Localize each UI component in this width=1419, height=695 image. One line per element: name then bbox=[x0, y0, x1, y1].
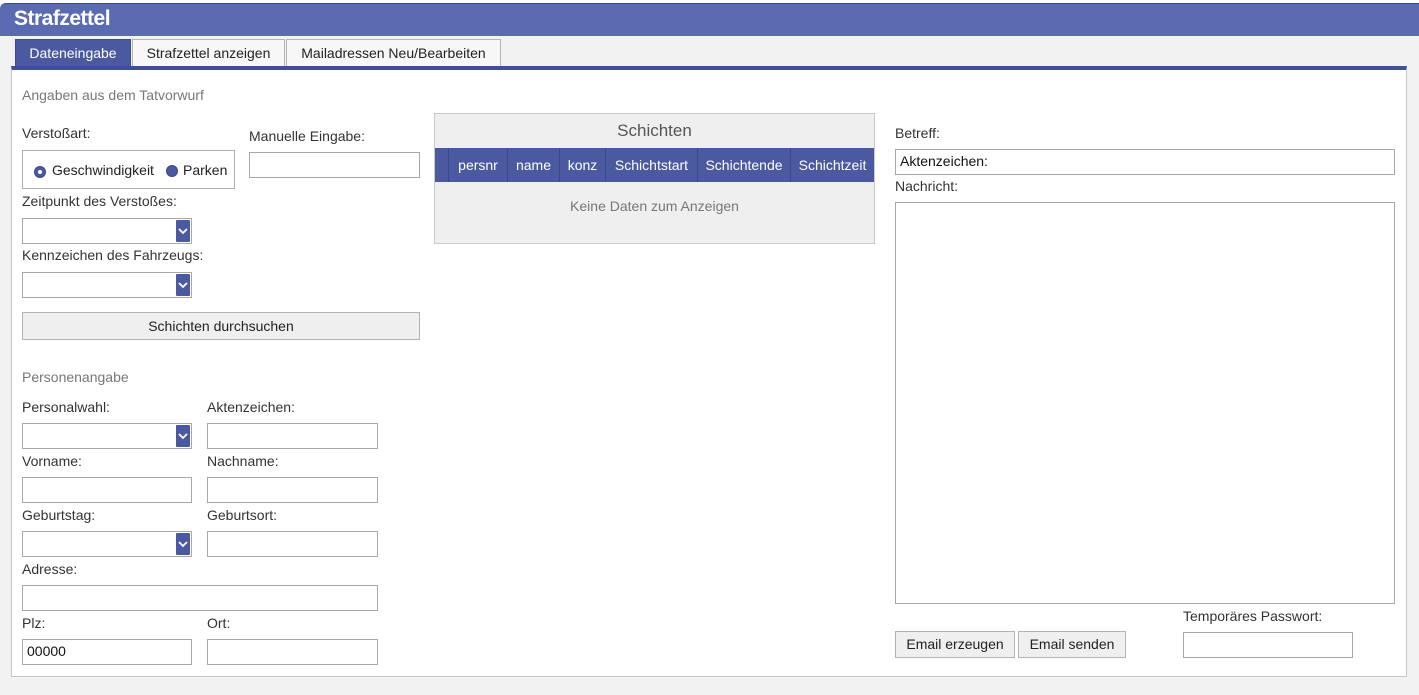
email-erzeugen-button[interactable]: Email erzeugen bbox=[895, 631, 1015, 658]
aktenzeichen-input[interactable] bbox=[207, 423, 378, 449]
chevron-down-icon[interactable] bbox=[176, 425, 190, 447]
schichten-grid: Schichten persnr name konz Schichtstart … bbox=[434, 113, 875, 244]
radio-geschwindigkeit-label[interactable]: Geschwindigkeit bbox=[52, 162, 154, 178]
grid-col-schichtstart[interactable]: Schichtstart bbox=[605, 148, 697, 182]
radio-geschwindigkeit[interactable] bbox=[34, 166, 46, 178]
manuelle-eingabe-label: Manuelle Eingabe: bbox=[249, 128, 365, 144]
verstossart-label: Verstoßart: bbox=[22, 125, 91, 141]
vorname-input[interactable] bbox=[22, 477, 192, 503]
grid-empty-message: Keine Daten zum Anzeigen bbox=[570, 198, 739, 214]
verstossart-radio-group: Geschwindigkeit Parken bbox=[22, 150, 235, 189]
grid-col-konz[interactable]: konz bbox=[559, 148, 605, 182]
section-personenangabe-label: Personenangabe bbox=[22, 369, 129, 385]
nachricht-textarea[interactable] bbox=[895, 202, 1395, 604]
chevron-down-icon[interactable] bbox=[176, 274, 190, 296]
betreff-label: Betreff: bbox=[895, 125, 940, 141]
section-tatvorwurf-label: Angaben aus dem Tatvorwurf bbox=[22, 87, 204, 103]
ort-input[interactable] bbox=[207, 639, 378, 665]
email-senden-button[interactable]: Email senden bbox=[1018, 631, 1126, 658]
geburtstag-select[interactable] bbox=[22, 531, 192, 557]
geburtsort-label: Geburtsort: bbox=[207, 507, 278, 523]
chevron-down-icon[interactable] bbox=[176, 533, 190, 555]
geburtsort-input[interactable] bbox=[207, 531, 378, 557]
aktenzeichen-label: Aktenzeichen: bbox=[207, 399, 295, 415]
grid-col-schichtende[interactable]: Schichtende bbox=[697, 148, 790, 182]
passwort-label: Temporäres Passwort: bbox=[1183, 608, 1323, 624]
grid-col-persnr[interactable]: persnr bbox=[448, 148, 507, 182]
nachname-input[interactable] bbox=[207, 477, 378, 503]
app-title-bar: Strafzettel bbox=[0, 3, 1419, 36]
adresse-input[interactable] bbox=[22, 585, 378, 611]
personalwahl-select[interactable] bbox=[22, 423, 192, 449]
adresse-label: Adresse: bbox=[22, 561, 78, 577]
grid-col-name[interactable]: name bbox=[507, 148, 559, 182]
ort-label: Ort: bbox=[207, 615, 231, 631]
nachname-label: Nachname: bbox=[207, 453, 279, 469]
tab-strafzettel-anzeigen[interactable]: Strafzettel anzeigen bbox=[132, 39, 285, 67]
grid-col-schichtzeit[interactable]: Schichtzeit bbox=[790, 148, 874, 182]
plz-label: Plz: bbox=[22, 615, 46, 631]
kennzeichen-select[interactable] bbox=[22, 272, 192, 298]
zeitpunkt-label: Zeitpunkt des Verstoßes: bbox=[22, 193, 177, 209]
schichten-grid-header: persnr name konz Schichtstart Schichtend… bbox=[435, 148, 874, 182]
radio-parken-label[interactable]: Parken bbox=[183, 162, 227, 178]
personalwahl-label: Personalwahl: bbox=[22, 399, 110, 415]
chevron-down-icon[interactable] bbox=[176, 220, 190, 242]
schichten-grid-caption: Schichten bbox=[617, 121, 692, 140]
app-title: Strafzettel bbox=[14, 7, 111, 30]
passwort-input[interactable] bbox=[1183, 632, 1353, 658]
tab-dateneingabe[interactable]: Dateneingabe bbox=[15, 39, 131, 67]
geburtstag-label: Geburtstag: bbox=[22, 507, 96, 523]
plz-input[interactable]: 00000 bbox=[22, 639, 192, 665]
main-panel: Angaben aus dem Tatvorwurf Verstoßart: G… bbox=[11, 66, 1407, 677]
tab-mailadressen[interactable]: Mailadressen Neu/Bearbeiten bbox=[286, 39, 501, 67]
grid-header-spacer bbox=[435, 148, 448, 182]
vorname-label: Vorname: bbox=[22, 453, 82, 469]
betreff-input[interactable]: Aktenzeichen: bbox=[895, 149, 1395, 175]
nachricht-label: Nachricht: bbox=[895, 178, 959, 194]
kennzeichen-label: Kennzeichen des Fahrzeugs: bbox=[22, 247, 204, 263]
zeitpunkt-select[interactable] bbox=[22, 218, 192, 244]
manuelle-eingabe-input[interactable] bbox=[249, 152, 420, 178]
radio-parken[interactable] bbox=[166, 165, 178, 177]
schichten-durchsuchen-button[interactable]: Schichten durchsuchen bbox=[22, 312, 420, 340]
